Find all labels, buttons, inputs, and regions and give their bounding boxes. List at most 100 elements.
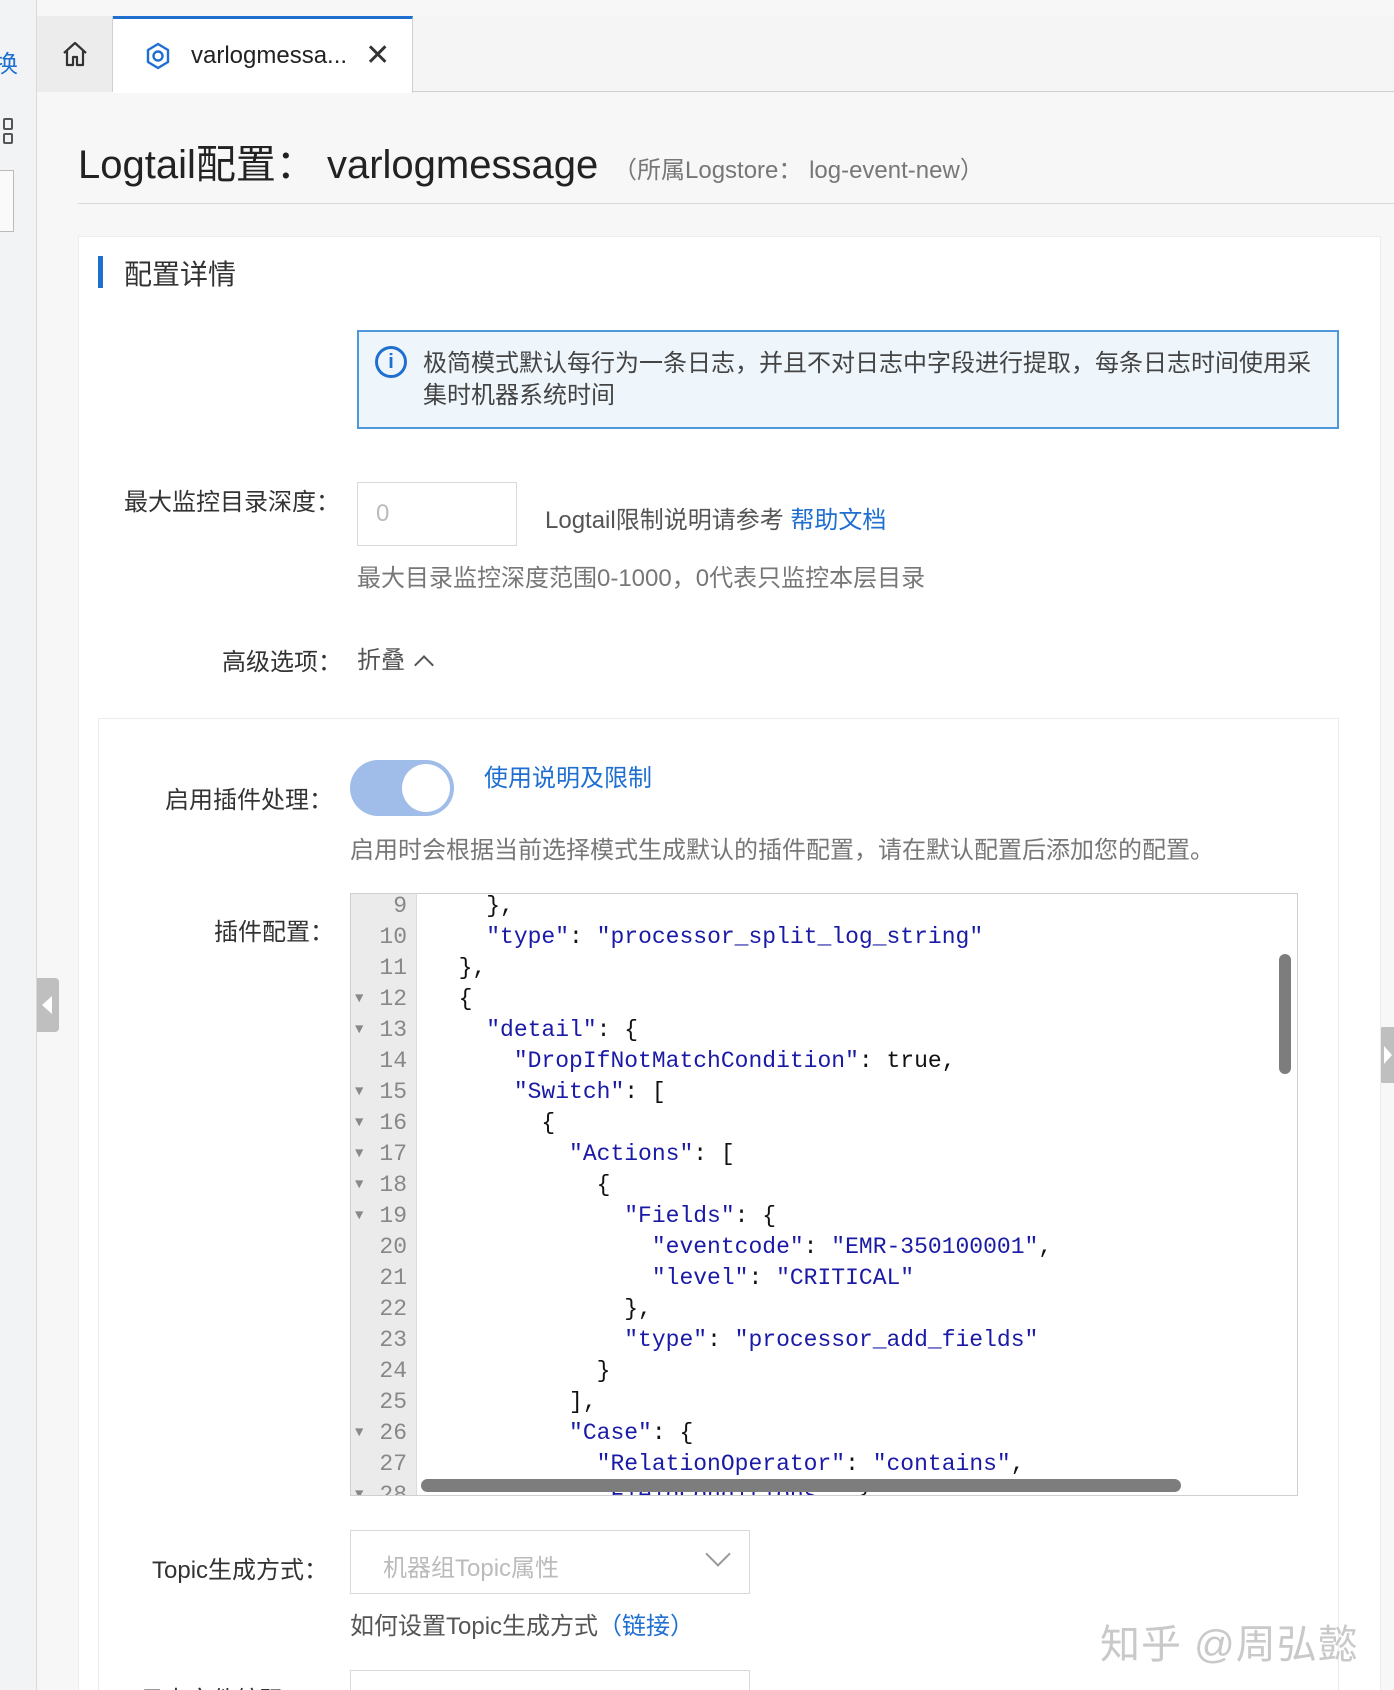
line-number: 24 bbox=[379, 1358, 407, 1384]
code-text: "Switch": [ bbox=[513, 1079, 666, 1105]
tab-label: varlogmessa... bbox=[191, 42, 348, 69]
left-rail: 换 bbox=[0, 0, 37, 1690]
line-number: 22 bbox=[379, 1296, 407, 1322]
encoding-select[interactable] bbox=[350, 1670, 750, 1690]
code-line: ▼ 16 { bbox=[351, 1108, 1297, 1139]
code-text: "type": "processor_split_log_string" bbox=[486, 924, 984, 950]
code-line: ▼ 19 "Fields": { bbox=[351, 1201, 1297, 1232]
chevron-up-icon bbox=[414, 655, 434, 675]
depth-help-text: 最大目录监控深度范围0-1000，0代表只监控本层目录 bbox=[357, 565, 926, 592]
depth-label: 最大监控目录深度： bbox=[124, 489, 340, 516]
depth-note: Logtail限制说明请参考 帮助文档 bbox=[545, 500, 886, 535]
plugin-config-label: 插件配置： bbox=[214, 919, 334, 946]
code-text: { bbox=[431, 986, 473, 1012]
code-line: ▼ 18 { bbox=[351, 1170, 1297, 1201]
code-line: 20 "eventcode": "EMR-350100001", bbox=[351, 1232, 1297, 1263]
plugin-enable-label: 启用插件处理： bbox=[165, 787, 333, 814]
rail-menu-item[interactable] bbox=[0, 170, 14, 232]
topic-select[interactable]: 机器组Topic属性 bbox=[350, 1530, 750, 1594]
plugin-toggle-switch[interactable] bbox=[350, 760, 454, 816]
code-text: }, bbox=[431, 955, 487, 981]
info-notice: i 极简模式默认每行为一条日志，并且不对日志中字段进行提取，每条日志时间使用采集… bbox=[357, 330, 1339, 429]
switch-knob bbox=[402, 764, 450, 812]
code-line: ▼ 12 { bbox=[351, 984, 1297, 1015]
advanced-label: 高级选项： bbox=[222, 649, 342, 676]
notice-text: 极简模式默认每行为一条日志，并且不对日志中字段进行提取，每条日志时间使用采集时机… bbox=[423, 350, 1311, 409]
plugin-config-editor[interactable]: 9 }, 10 "type": "processor_split_log_stri… bbox=[350, 893, 1298, 1496]
code-line: 9 }, bbox=[351, 893, 1297, 922]
code-text: "DropIfNotMatchCondition": true, bbox=[513, 1048, 956, 1074]
tab-varlogmessage[interactable]: varlogmessa... ✕ bbox=[113, 16, 413, 93]
chevron-down-icon bbox=[705, 1541, 731, 1567]
right-panel-handle[interactable] bbox=[1379, 1027, 1394, 1083]
code-line: 21 "level": "CRITICAL" bbox=[351, 1263, 1297, 1294]
depth-input[interactable] bbox=[357, 482, 517, 546]
plugin-usage-link[interactable]: 使用说明及限制 bbox=[484, 758, 652, 793]
depth-note-text: Logtail限制说明请参考 bbox=[545, 507, 791, 534]
topic-label: Topic生成方式： bbox=[152, 1557, 329, 1584]
line-number: 21 bbox=[379, 1265, 407, 1291]
line-number: 9 bbox=[393, 893, 407, 919]
tab-bar: varlogmessa... ✕ bbox=[37, 16, 1394, 93]
code-text: "RelationOperator": "contains", bbox=[596, 1451, 1025, 1477]
code-line: 23 "type": "processor_add_fields" bbox=[351, 1325, 1297, 1356]
tab-home[interactable] bbox=[37, 16, 113, 92]
rail-nav-item[interactable]: 换 bbox=[0, 44, 18, 79]
line-number: 23 bbox=[379, 1327, 407, 1353]
config-gear-icon bbox=[146, 42, 170, 70]
code-text: "eventcode": "EMR-350100001", bbox=[651, 1234, 1053, 1260]
line-number: 16 bbox=[379, 1110, 407, 1136]
line-number: 28 bbox=[379, 1482, 407, 1496]
code-text: }, bbox=[431, 1296, 652, 1322]
plugin-help-text: 启用时会根据当前选择模式生成默认的插件配置，请在默认配置后添加您的配置。 bbox=[350, 837, 1214, 864]
code-line: ▼ 17 "Actions": [ bbox=[351, 1139, 1297, 1170]
code-line: ▼ 26 "Case": { bbox=[351, 1418, 1297, 1449]
line-number: 12 bbox=[379, 986, 407, 1012]
code-line: 27 "RelationOperator": "contains", bbox=[351, 1449, 1297, 1480]
info-icon: i bbox=[375, 346, 407, 378]
code-line: 22 }, bbox=[351, 1294, 1297, 1325]
line-number: 13 bbox=[379, 1017, 407, 1043]
code-text: "type": "processor_add_fields" bbox=[624, 1327, 1039, 1353]
line-number: 27 bbox=[379, 1451, 407, 1477]
title-divider bbox=[78, 203, 1394, 204]
topic-select-value: 机器组Topic属性 bbox=[383, 1555, 560, 1582]
code-line: 25 ], bbox=[351, 1387, 1297, 1418]
topic-help: 如何设置Topic生成方式（链接） bbox=[350, 1606, 694, 1641]
line-number: 18 bbox=[379, 1172, 407, 1198]
code-text: { bbox=[431, 1172, 611, 1198]
close-icon[interactable]: ✕ bbox=[365, 41, 390, 71]
code-text: { bbox=[431, 1110, 556, 1136]
collapse-text: 折叠 bbox=[357, 647, 405, 674]
code-text: }, bbox=[431, 893, 514, 919]
advanced-collapse-toggle[interactable]: 折叠 bbox=[357, 640, 434, 675]
line-number: 11 bbox=[379, 955, 407, 981]
line-number: 20 bbox=[379, 1234, 407, 1260]
code-line: 24 } bbox=[351, 1356, 1297, 1387]
apps-grid-icon[interactable] bbox=[0, 118, 16, 144]
line-number: 10 bbox=[379, 924, 407, 950]
line-number: 17 bbox=[379, 1141, 407, 1167]
code-text: } bbox=[431, 1358, 611, 1384]
line-number: 19 bbox=[379, 1203, 407, 1229]
code-line: 14 "DropIfNotMatchCondition": true, bbox=[351, 1046, 1297, 1077]
editor-horizontal-scrollbar[interactable] bbox=[421, 1479, 1181, 1492]
line-number: 25 bbox=[379, 1389, 407, 1415]
encoding-label: 日志文件编码： bbox=[140, 1680, 320, 1690]
help-doc-link[interactable]: 帮助文档 bbox=[790, 507, 886, 534]
code-text: ], bbox=[431, 1389, 597, 1415]
topic-help-link[interactable]: （链接） bbox=[598, 1613, 694, 1640]
code-line: ▼ 15 "Switch": [ bbox=[351, 1077, 1297, 1108]
code-text: "Fields": { bbox=[624, 1203, 777, 1229]
page-subtitle: （所属Logstore： log-event-new） bbox=[613, 157, 984, 184]
code-text: "level": "CRITICAL" bbox=[651, 1265, 915, 1291]
code-line: 11 }, bbox=[351, 953, 1297, 984]
home-icon bbox=[62, 41, 87, 67]
code-text: "detail": { bbox=[486, 1017, 639, 1043]
code-line: 10 "type": "processor_split_log_string" bbox=[351, 922, 1297, 953]
sidebar-collapse-handle[interactable] bbox=[37, 978, 59, 1032]
watermark: 知乎 @周弘懿 bbox=[1100, 1623, 1359, 1667]
topic-help-text: 如何设置Topic生成方式 bbox=[350, 1613, 599, 1640]
line-number: 14 bbox=[379, 1048, 407, 1074]
page-title: Logtail配置： varlogmessage bbox=[78, 143, 599, 187]
